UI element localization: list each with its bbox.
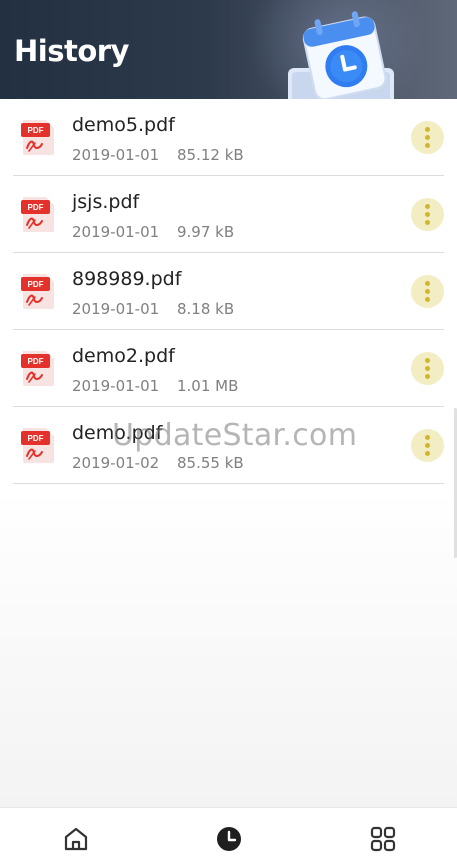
file-date: 2019-01-01 [72,377,160,395]
more-options-button[interactable] [411,352,444,385]
bottom-tab-bar [0,807,457,867]
more-vert-icon [425,358,430,363]
more-vert-icon [425,281,430,286]
clock-icon[interactable] [215,825,243,853]
list-item[interactable]: PDF 898989.pdf 2019-01-01 8.18 kB [0,253,457,330]
more-vert-icon [425,435,430,440]
list-item[interactable]: PDF demo5.pdf 2019-01-01 85.12 kB [0,99,457,176]
page-title: History [14,34,129,68]
pdf-file-icon: PDF [21,428,54,463]
more-vert-icon [425,127,430,132]
file-name: 898989.pdf [72,268,182,290]
watermark: UpdateStar.com [112,418,358,453]
calendar-clock-illustration [288,11,394,99]
more-options-button[interactable] [411,121,444,154]
svg-text:PDF: PDF [28,280,44,289]
file-size: 1.01 MB [177,377,239,395]
file-date: 2019-01-01 [72,146,160,164]
pdf-file-icon: PDF [21,274,54,309]
file-name: demo2.pdf [72,345,175,367]
file-name: demo5.pdf [72,114,175,136]
list-item[interactable]: PDF demo2.pdf 2019-01-01 1.01 MB [0,330,457,407]
file-size: 9.97 kB [177,223,235,241]
file-size: 85.55 kB [177,454,244,472]
more-options-button[interactable] [411,198,444,231]
list-item[interactable]: PDF jsjs.pdf 2019-01-01 9.97 kB [0,176,457,253]
more-options-button[interactable] [411,429,444,462]
grid-icon[interactable] [369,825,397,853]
file-size: 8.18 kB [177,300,235,318]
file-date: 2019-01-01 [72,300,160,318]
svg-text:PDF: PDF [28,434,44,443]
svg-text:PDF: PDF [28,126,44,135]
svg-text:PDF: PDF [28,357,44,366]
more-vert-icon [425,204,430,209]
app-header: History [0,0,457,99]
file-size: 85.12 kB [177,146,244,164]
file-date: 2019-01-02 [72,454,160,472]
pdf-file-icon: PDF [21,351,54,386]
file-name: jsjs.pdf [72,191,140,213]
pdf-file-icon: PDF [21,120,54,155]
more-options-button[interactable] [411,275,444,308]
divider [13,483,444,484]
pdf-file-icon: PDF [21,197,54,232]
file-date: 2019-01-01 [72,223,160,241]
home-icon[interactable] [62,825,90,853]
svg-text:PDF: PDF [28,203,44,212]
